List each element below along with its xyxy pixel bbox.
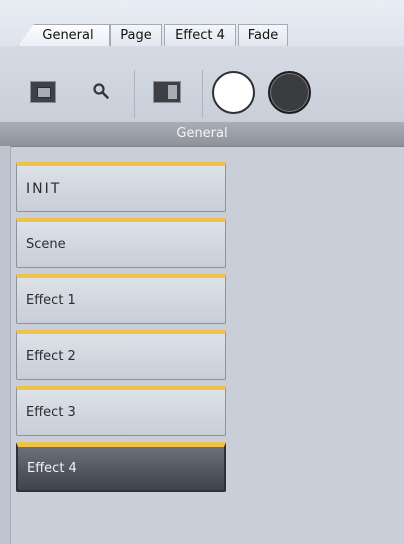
list-item-scene[interactable]: Scene (16, 218, 226, 268)
tab-general[interactable]: General (18, 24, 110, 46)
toolbar-separator (202, 70, 203, 118)
toolbar-separator (134, 70, 135, 118)
list-item-effect-3[interactable]: Effect 3 (16, 386, 226, 436)
split-layout-icon[interactable] (153, 81, 181, 103)
white-circle-icon[interactable] (212, 71, 255, 114)
tab-page[interactable]: Page (110, 24, 162, 46)
left-strip (0, 146, 11, 544)
list-item-effect-2[interactable]: Effect 2 (16, 330, 226, 380)
list-item-init[interactable]: INIT (16, 162, 226, 212)
black-circle-icon[interactable] (268, 71, 311, 114)
list-item-effect-4[interactable]: Effect 4 (16, 442, 226, 492)
tab-bar: General Page Effect 4 Fade (0, 0, 404, 47)
section-header: General (0, 122, 404, 147)
list-item-effect-1[interactable]: Effect 1 (16, 274, 226, 324)
tab-effect-4[interactable]: Effect 4 (164, 24, 236, 46)
frame-icon[interactable] (30, 81, 56, 103)
tab-fade[interactable]: Fade (238, 24, 288, 46)
search-icon[interactable] (92, 82, 110, 100)
toolbar (0, 46, 404, 122)
